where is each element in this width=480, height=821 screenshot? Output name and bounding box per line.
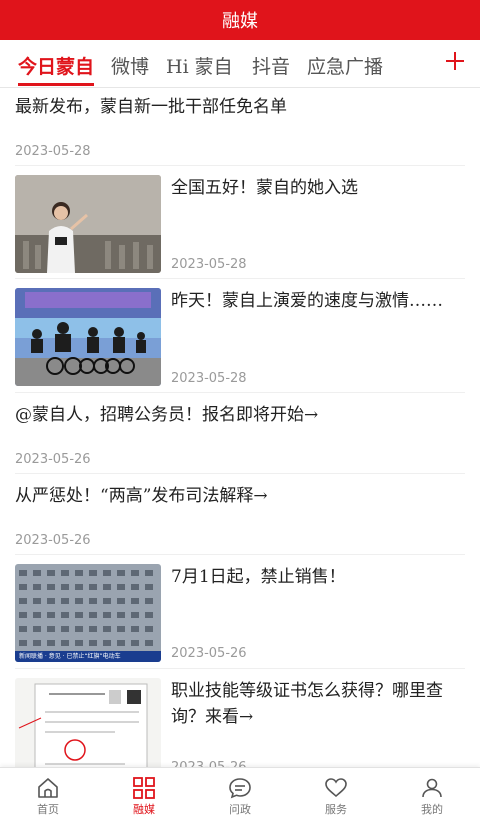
list-item[interactable]: 最新发布，蒙自新一批干部任免名单 2023-05-28 bbox=[15, 88, 465, 166]
nav-label: 我的 bbox=[421, 803, 443, 816]
news-title: 最新发布，蒙自新一批干部任免名单 bbox=[15, 97, 287, 117]
active-tab-indicator bbox=[18, 83, 94, 86]
plus-icon[interactable] bbox=[440, 46, 470, 76]
news-thumbnail bbox=[15, 175, 161, 273]
news-title: @蒙自人，招聘公务员！报名即将开始→ bbox=[15, 405, 319, 425]
nav-label: 首页 bbox=[37, 803, 59, 816]
top-bar: 融媒 bbox=[0, 0, 480, 40]
news-date: 2023-05-28 bbox=[171, 371, 247, 386]
nav-mine[interactable]: 我的 bbox=[384, 768, 480, 821]
news-thumbnail bbox=[15, 288, 161, 386]
tab-emergency-broadcast[interactable]: 应急广播 bbox=[307, 52, 383, 79]
news-feed: 最新发布，蒙自新一批干部任免名单 2023-05-28 全国五好！蒙自的她入选 … bbox=[0, 88, 480, 767]
nav-wenzheng[interactable]: 问政 bbox=[192, 768, 288, 821]
nav-home[interactable]: 首页 bbox=[0, 768, 96, 821]
channel-tabs: 今日蒙自 微博 Hi 蒙自 抖音 应急广播 bbox=[0, 40, 480, 88]
tab-weibo[interactable]: 微博 bbox=[111, 52, 149, 79]
nav-label: 融媒 bbox=[133, 803, 155, 816]
list-item[interactable]: 全国五好！蒙自的她入选 2023-05-28 bbox=[15, 167, 465, 279]
heart-icon bbox=[325, 778, 347, 798]
nav-service[interactable]: 服务 bbox=[288, 768, 384, 821]
tab-hi-mengzi[interactable]: Hi 蒙自 bbox=[166, 52, 233, 79]
news-date: 2023-05-26 bbox=[171, 646, 247, 661]
news-title: 职业技能等级证书怎么获得？哪里查询？来看→ bbox=[171, 681, 443, 727]
list-item[interactable]: 新闻联播 · 意见 · 已禁止“红旗”电动车 7月1日起，禁止销售！ 2023-… bbox=[15, 556, 465, 669]
news-title: 7月1日起，禁止销售！ bbox=[171, 567, 346, 587]
news-thumbnail bbox=[15, 678, 161, 767]
nav-label: 问政 bbox=[229, 803, 251, 816]
news-date: 2023-05-26 bbox=[15, 533, 91, 548]
news-date: 2023-05-26 bbox=[15, 452, 91, 467]
news-date: 2023-05-28 bbox=[15, 144, 91, 159]
news-date: 2023-05-28 bbox=[171, 257, 247, 272]
grid-icon bbox=[133, 777, 155, 799]
nav-label: 服务 bbox=[325, 803, 347, 816]
list-item[interactable]: 职业技能等级证书怎么获得？哪里查询？来看→ 2023-05-26 bbox=[15, 670, 465, 767]
home-icon bbox=[38, 778, 58, 798]
page-title: 融媒 bbox=[222, 11, 258, 32]
list-item[interactable]: 昨天！蒙自上演爱的速度与激情…… 2023-05-28 bbox=[15, 280, 465, 393]
nav-rongmei[interactable]: 融媒 bbox=[96, 768, 192, 821]
news-title: 昨天！蒙自上演爱的速度与激情…… bbox=[171, 291, 443, 311]
bottom-navigation: 首页 融媒 问政 服务 我的 bbox=[0, 767, 480, 821]
news-date: 2023-05-26 bbox=[171, 760, 247, 767]
thumbnail-caption: 新闻联播 · 意见 · 已禁止“红旗”电动车 bbox=[19, 653, 121, 660]
list-item[interactable]: @蒙自人，招聘公务员！报名即将开始→ 2023-05-26 bbox=[15, 394, 465, 474]
user-icon bbox=[422, 778, 442, 798]
chat-bubble-icon bbox=[229, 778, 251, 799]
news-title: 从严惩处！“两高”发布司法解释→ bbox=[15, 486, 268, 506]
list-item[interactable]: 从严惩处！“两高”发布司法解释→ 2023-05-26 bbox=[15, 475, 465, 555]
tab-douyin[interactable]: 抖音 bbox=[252, 52, 290, 79]
tab-jinri-mengzi[interactable]: 今日蒙自 bbox=[18, 52, 94, 79]
news-thumbnail: 新闻联播 · 意见 · 已禁止“红旗”电动车 bbox=[15, 564, 161, 662]
news-title: 全国五好！蒙自的她入选 bbox=[171, 178, 358, 198]
